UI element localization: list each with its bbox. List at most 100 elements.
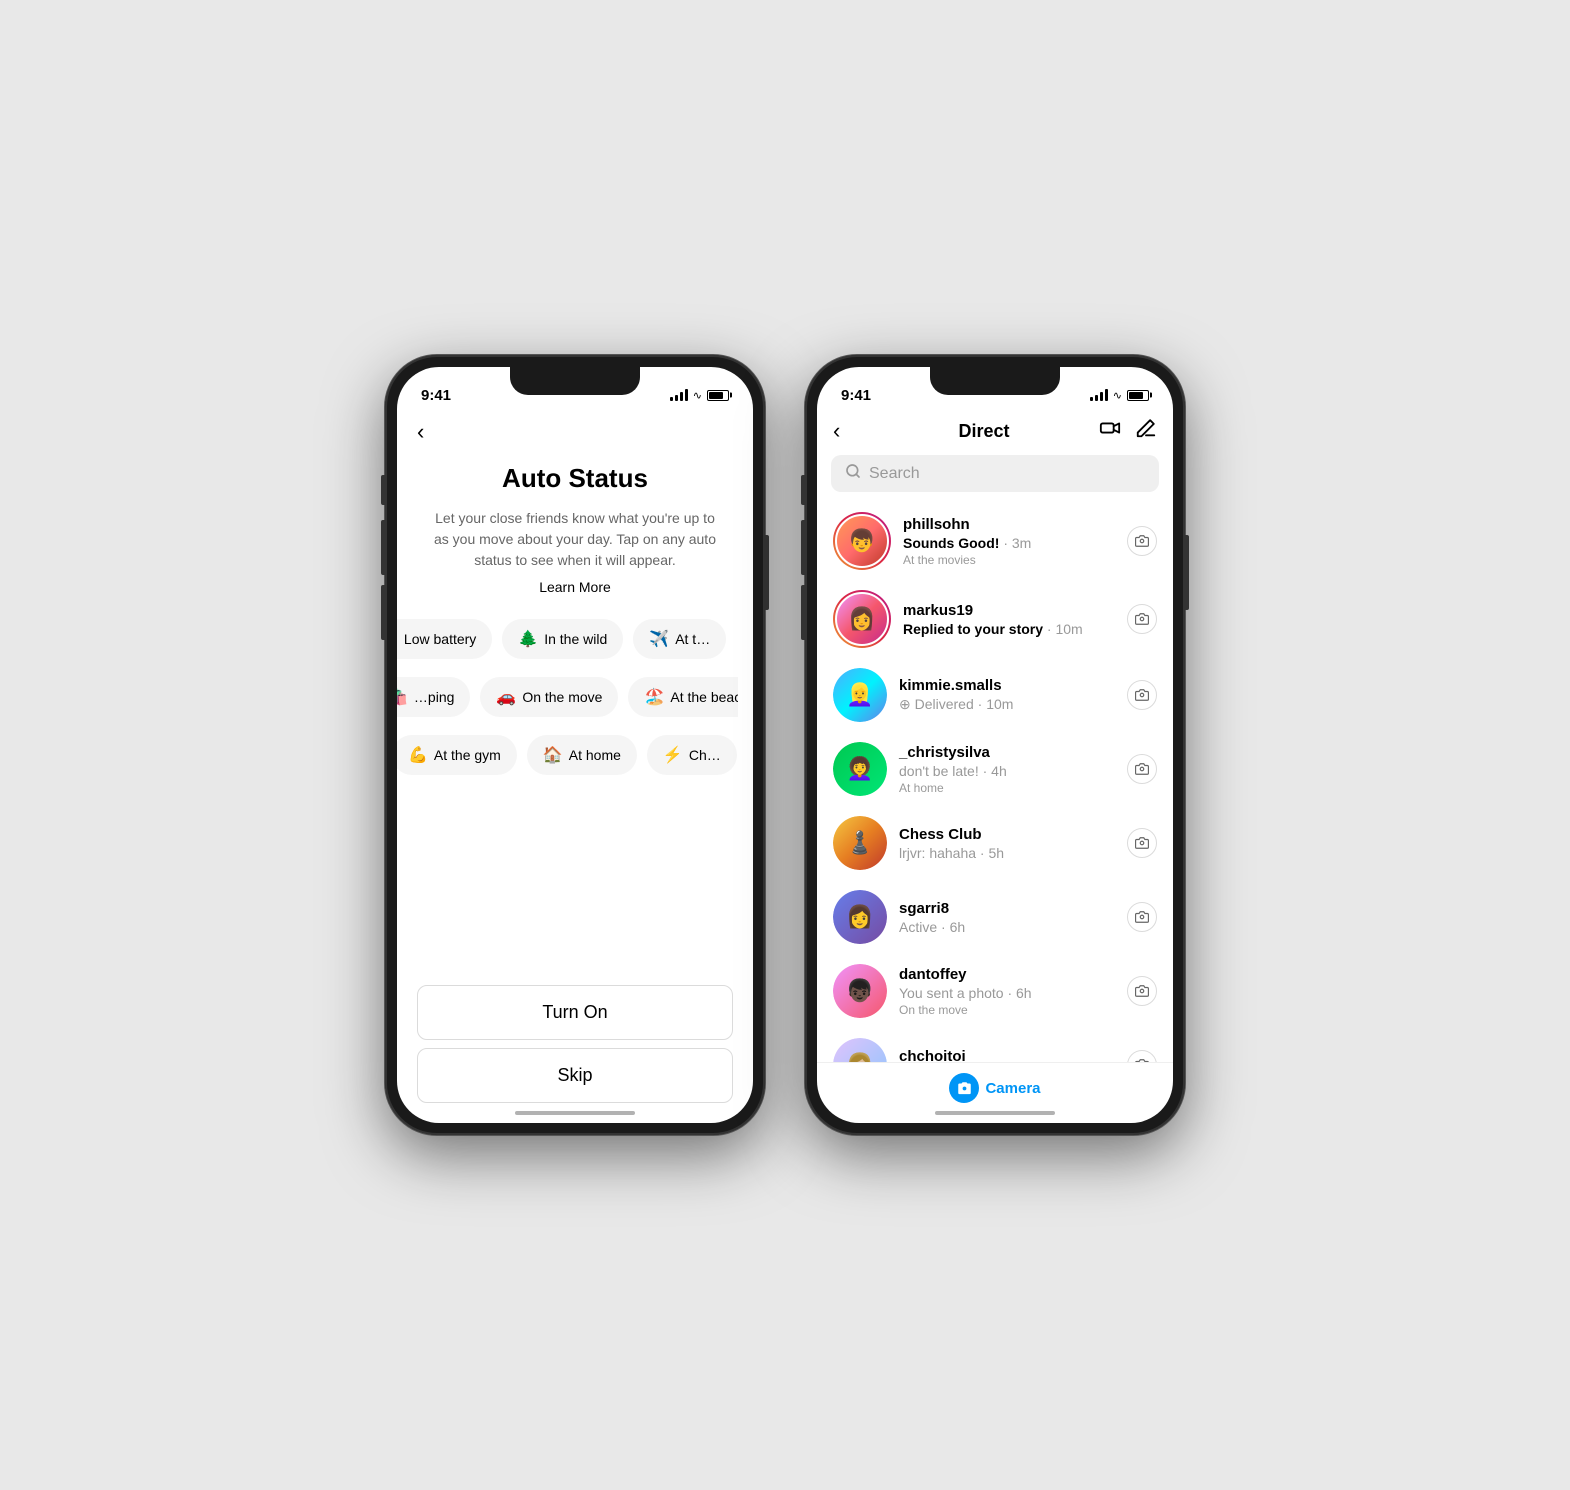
- mute-button[interactable]: [801, 475, 805, 505]
- lightning-emoji: ⚡: [663, 745, 683, 765]
- avatar: 👱‍♀️: [833, 668, 887, 722]
- bottom-buttons: Turn On Skip: [397, 975, 753, 1123]
- avatar-ring: 👩: [833, 590, 891, 648]
- volume-down-button[interactable]: [801, 585, 805, 640]
- chip-at-home[interactable]: 🏠 At home: [527, 735, 637, 775]
- message-preview: ⊕ Delivered · 10m: [899, 696, 1115, 713]
- username: dantoffey: [899, 966, 1115, 983]
- message-item[interactable]: 👦 phillsohn Sounds Good! · 3m At the mov…: [817, 502, 1173, 580]
- chips-row-1: 🔋 Low battery 🌲 In the wild ✈️ At t…: [397, 615, 738, 663]
- plane-emoji: ✈️: [649, 629, 669, 649]
- chip-label: …ping: [414, 689, 454, 705]
- battery-icon: [1127, 390, 1149, 401]
- message-content: chchoitoi such a purday photo!!! · 6h: [899, 1048, 1115, 1063]
- chip-at-traveling[interactable]: ✈️ At t…: [633, 619, 726, 659]
- chip-label: Ch…: [689, 747, 721, 763]
- beach-emoji: 🏖️: [644, 687, 664, 707]
- camera-button[interactable]: [1127, 902, 1157, 932]
- house-emoji: 🏠: [543, 745, 563, 765]
- chip-on-the-move[interactable]: 🚗 On the move: [480, 677, 618, 717]
- camera-button[interactable]: [1127, 1050, 1157, 1062]
- username: sgarri8: [899, 900, 1115, 917]
- back-button[interactable]: ‹: [833, 418, 869, 444]
- description-text: Let your close friends know what you're …: [427, 508, 723, 571]
- message-item[interactable]: 👩 sgarri8 Active · 6h: [817, 880, 1173, 954]
- wifi-icon: ∿: [1113, 389, 1122, 402]
- turn-on-button[interactable]: Turn On: [417, 985, 733, 1040]
- chips-row-2: 🛍️ …ping 🚗 On the move 🏖️ At the beac…: [397, 673, 738, 721]
- learn-more-link[interactable]: Learn More: [539, 579, 611, 595]
- notch: [510, 367, 640, 395]
- avatar: 👩🏼: [833, 1038, 887, 1062]
- header-action-buttons: [1099, 417, 1157, 445]
- message-item[interactable]: 👦🏿 dantoffey You sent a photo · 6h On th…: [817, 954, 1173, 1028]
- chip-charging[interactable]: ⚡ Ch…: [647, 735, 737, 775]
- search-bar[interactable]: Search: [831, 455, 1159, 492]
- chip-label: At the beac…: [670, 689, 738, 705]
- message-preview: don't be late! · 4h: [899, 763, 1115, 779]
- chip-shopping[interactable]: 🛍️ …ping: [397, 677, 470, 717]
- message-preview: lrjvr: hahaha · 5h: [899, 845, 1115, 861]
- battery-icon: [707, 390, 729, 401]
- back-button[interactable]: ‹: [397, 411, 447, 453]
- message-item[interactable]: ♟️ Chess Club lrjvr: hahaha · 5h: [817, 806, 1173, 880]
- chip-label: At t…: [675, 631, 710, 647]
- volume-up-button[interactable]: [381, 520, 385, 575]
- mute-button[interactable]: [381, 475, 385, 505]
- messages-list: 👦 phillsohn Sounds Good! · 3m At the mov…: [817, 502, 1173, 1062]
- message-content: Chess Club lrjvr: hahaha · 5h: [899, 826, 1115, 861]
- camera-label: Camera: [985, 1080, 1040, 1097]
- status-time: 9:41: [841, 387, 871, 404]
- direct-header: ‹ Direct: [817, 411, 1173, 455]
- page-title: Auto Status: [502, 463, 648, 494]
- power-button[interactable]: [765, 535, 769, 610]
- power-button[interactable]: [1185, 535, 1189, 610]
- message-content: phillsohn Sounds Good! · 3m At the movie…: [903, 516, 1115, 567]
- car-emoji: 🚗: [496, 687, 516, 707]
- screen-title: Direct: [958, 421, 1009, 442]
- camera-button[interactable]: [1127, 828, 1157, 858]
- message-item[interactable]: 👩🏼 chchoitoi such a purday photo!!! · 6h: [817, 1028, 1173, 1062]
- chip-label: In the wild: [544, 631, 607, 647]
- message-content: markus19 Replied to your story · 10m: [903, 602, 1115, 637]
- chip-at-beach[interactable]: 🏖️ At the beac…: [628, 677, 738, 717]
- volume-up-button[interactable]: [801, 520, 805, 575]
- bag-emoji: 🛍️: [397, 687, 408, 707]
- camera-button[interactable]: [1127, 526, 1157, 556]
- search-icon: [845, 463, 861, 484]
- chip-at-gym[interactable]: 💪 At the gym: [397, 735, 517, 775]
- home-indicator: [935, 1111, 1055, 1115]
- avatar: 👦: [835, 514, 889, 568]
- chip-label: On the move: [522, 689, 602, 705]
- avatar: 👩: [833, 890, 887, 944]
- message-item[interactable]: 👱‍♀️ kimmie.smalls ⊕ Delivered · 10m: [817, 658, 1173, 732]
- camera-button[interactable]: [1127, 754, 1157, 784]
- avatar: 👦🏿: [833, 964, 887, 1018]
- username: markus19: [903, 602, 1115, 619]
- auto-status-screen: ‹ Auto Status Let your close friends kno…: [397, 411, 753, 1123]
- camera-button[interactable]: [1127, 604, 1157, 634]
- tree-emoji: 🌲: [518, 629, 538, 649]
- camera-bottom-button[interactable]: Camera: [949, 1073, 1040, 1103]
- search-input[interactable]: Search: [869, 465, 920, 483]
- left-phone: 9:41 ∿ ‹ Auto Status Let your close frie…: [385, 355, 765, 1135]
- message-content: _christysilva don't be late! · 4h At hom…: [899, 744, 1115, 795]
- chip-low-battery[interactable]: 🔋 Low battery: [397, 619, 492, 659]
- message-content: kimmie.smalls ⊕ Delivered · 10m: [899, 677, 1115, 713]
- skip-button[interactable]: Skip: [417, 1048, 733, 1103]
- direct-screen: ‹ Direct: [817, 411, 1173, 1123]
- status-label: At the movies: [903, 553, 1115, 567]
- compose-icon[interactable]: [1135, 417, 1157, 445]
- volume-down-button[interactable]: [381, 585, 385, 640]
- message-item[interactable]: 👩 markus19 Replied to your story · 10m: [817, 580, 1173, 658]
- avatar: ♟️: [833, 816, 887, 870]
- username: _christysilva: [899, 744, 1115, 761]
- camera-button[interactable]: [1127, 976, 1157, 1006]
- camera-button[interactable]: [1127, 680, 1157, 710]
- notch: [930, 367, 1060, 395]
- chip-in-the-wild[interactable]: 🌲 In the wild: [502, 619, 623, 659]
- video-call-icon[interactable]: [1099, 417, 1121, 445]
- message-preview: Active · 6h: [899, 919, 1115, 935]
- signal-icon: [1090, 389, 1108, 401]
- message-item[interactable]: 👩‍🦱 _christysilva don't be late! · 4h At…: [817, 732, 1173, 806]
